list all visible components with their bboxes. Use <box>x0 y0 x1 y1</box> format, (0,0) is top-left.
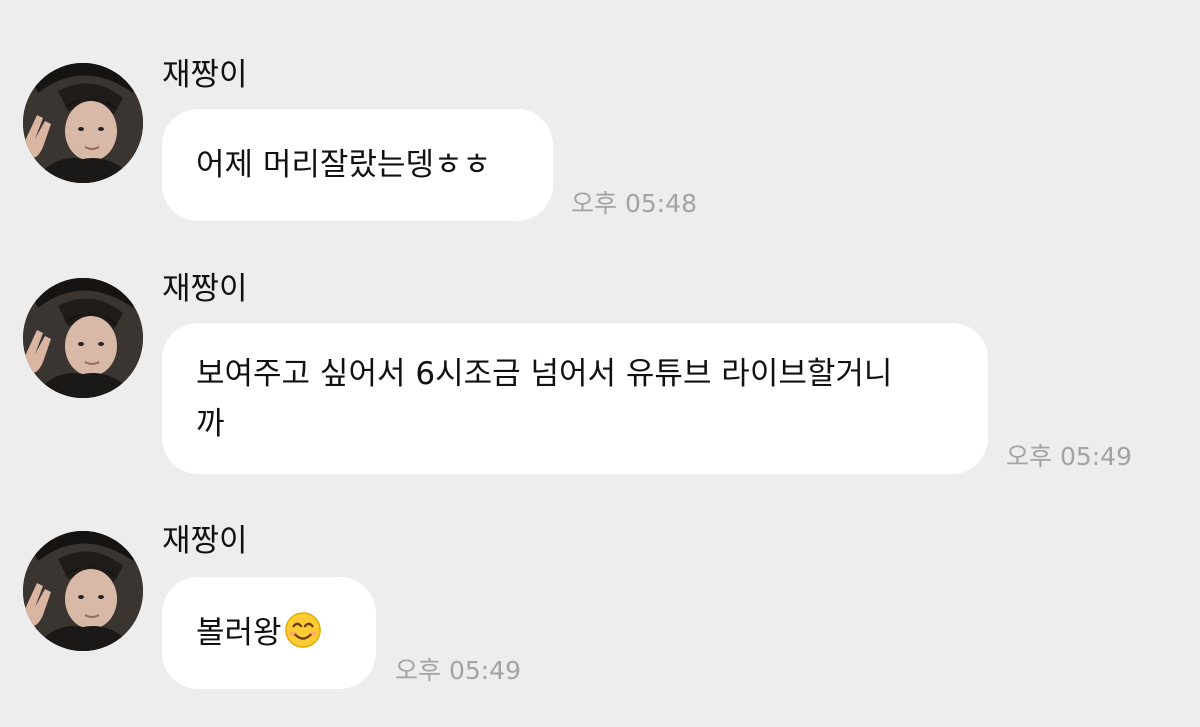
message-text-line-2: 까 <box>196 406 225 442</box>
message-timestamp: 오후 05:48 <box>571 189 697 218</box>
sender-avatar[interactable] <box>23 531 143 651</box>
sender-name: 재짱이 <box>162 57 248 93</box>
message-bubble[interactable]: 어제 머리잘랐는뎅ㅎㅎ <box>162 109 553 221</box>
message-bubble[interactable]: 볼러왕 <box>162 577 376 689</box>
message-text: 볼러왕 <box>196 615 282 651</box>
smiling-face-icon <box>284 612 321 648</box>
message-bubble[interactable]: 보여주고 싶어서 6시조금 넘어서 유튜브 라이브할거니 까 <box>162 323 988 474</box>
sender-avatar[interactable] <box>23 63 143 183</box>
message-timestamp: 오후 05:49 <box>395 656 521 685</box>
profile-photo <box>23 63 143 183</box>
profile-photo <box>23 278 143 398</box>
sender-avatar[interactable] <box>23 278 143 398</box>
profile-photo <box>23 531 143 651</box>
message-text: 어제 머리잘랐는뎅ㅎㅎ <box>196 147 492 183</box>
sender-name: 재짱이 <box>162 523 248 559</box>
sender-name: 재짱이 <box>162 271 248 307</box>
message-text-line-1: 보여주고 싶어서 6시조금 넘어서 유튜브 라이브할거니 <box>196 356 893 392</box>
message-timestamp: 오후 05:49 <box>1006 442 1132 471</box>
